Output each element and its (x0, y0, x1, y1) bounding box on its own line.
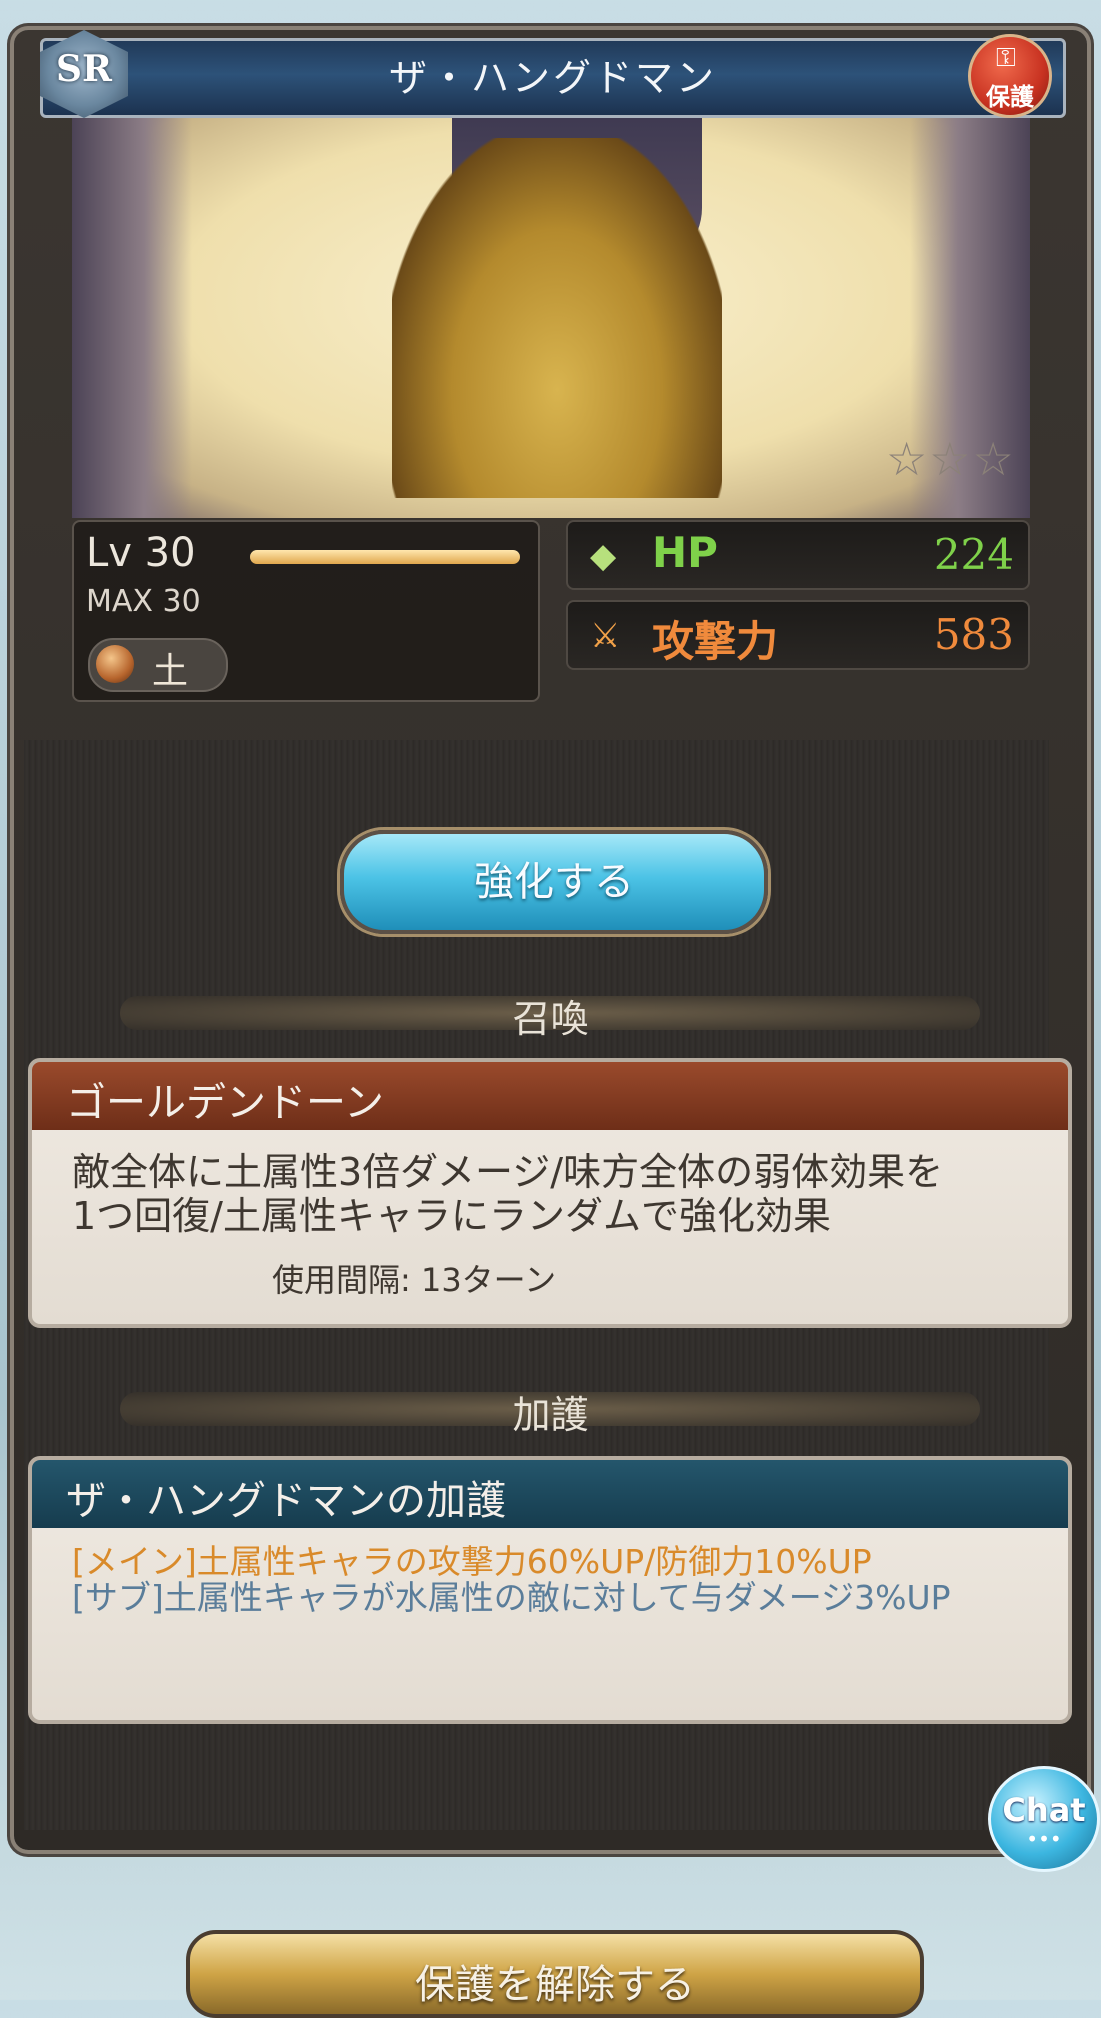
release-protection-button[interactable]: 保護を解除する (186, 1930, 924, 2018)
aura-card-header: ザ・ハングドマンの加護 (32, 1460, 1068, 1528)
release-protection-label: 保護を解除する (415, 1962, 695, 2008)
chat-dots-icon: ••• (1026, 1827, 1062, 1851)
chat-label: Chat (1002, 1791, 1086, 1829)
attack-value: 583 (933, 610, 1014, 659)
summon-name: ゴールデンドーン (66, 1080, 384, 1126)
summon-description: 敵全体に土属性3倍ダメージ/味方全体の弱体効果を 1つ回復/土属性キャラにランダ… (72, 1150, 943, 1238)
sword-icon: ⚔ (590, 616, 621, 656)
enhance-button[interactable]: 強化する (340, 830, 768, 934)
art-figure-hair (392, 138, 722, 498)
attack-label: 攻撃力 (652, 617, 779, 666)
protect-label: 保護 (986, 83, 1034, 111)
rarity-label: SR (56, 48, 112, 90)
aura-name: ザ・ハングドマンの加護 (66, 1478, 506, 1524)
summon-description-line1: 敵全体に土属性3倍ダメージ/味方全体の弱体効果を (72, 1150, 944, 1194)
element-label: 土 (152, 651, 189, 692)
diamond-icon: ◆ (590, 536, 617, 576)
summon-cooldown: 使用間隔: 13ターン (272, 1261, 557, 1299)
aura-main-effect: [メイン]土属性キャラの攻撃力60%UP/防御力10%UP (72, 1542, 872, 1581)
hp-stat: ◆ HP 224 (566, 520, 1030, 590)
enhance-button-label: 強化する (474, 859, 634, 905)
aura-sub-effect: [サブ]土属性キャラが水属性の敵に対して与ダメージ3%UP (72, 1578, 951, 1617)
attack-stat: ⚔ 攻撃力 583 (566, 600, 1030, 670)
summon-section-title: 召喚 (512, 997, 589, 1041)
art-frame-left (72, 118, 192, 518)
aura-section-title: 加護 (512, 1393, 589, 1437)
rank-stars-icon: ☆☆☆ (886, 432, 1016, 486)
protect-badge[interactable]: ⚿ 保護 (968, 34, 1052, 118)
earth-element-icon (96, 645, 134, 683)
max-level-label: MAX 30 (86, 584, 201, 619)
chat-button[interactable]: Chat ••• (988, 1766, 1100, 1872)
level-panel: Lv 30 MAX 30 土 (72, 520, 540, 702)
summon-title: ザ・ハングドマン (388, 56, 717, 100)
title-bar: ザ・ハングドマン (40, 38, 1066, 118)
summon-card: ゴールデンドーン 敵全体に土属性3倍ダメージ/味方全体の弱体効果を 1つ回復/土… (28, 1058, 1072, 1328)
hp-label: HP (652, 528, 718, 577)
aura-card: ザ・ハングドマンの加護 [メイン]土属性キャラの攻撃力60%UP/防御力10%U… (28, 1456, 1072, 1724)
level-progress-bar (250, 550, 520, 564)
summon-card-header: ゴールデンドーン (32, 1062, 1068, 1130)
element-badge: 土 (88, 638, 228, 692)
summon-description-line2: 1つ回復/土属性キャラにランダムで強化効果 (72, 1194, 831, 1238)
level-label: Lv 30 (86, 530, 196, 576)
hp-value: 224 (933, 530, 1014, 579)
key-icon: ⚿ (996, 43, 1016, 73)
